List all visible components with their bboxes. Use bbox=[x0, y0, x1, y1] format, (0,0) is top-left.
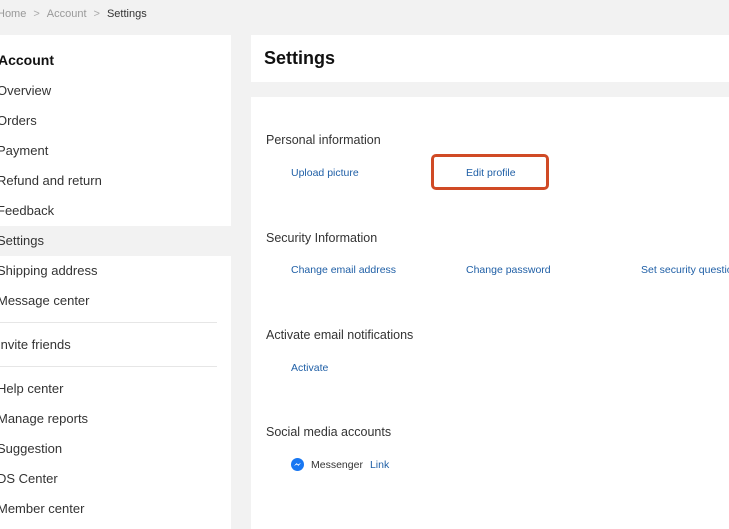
sidebar-item-invite-friends[interactable]: Invite friends bbox=[0, 330, 231, 360]
sidebar-item-message-center[interactable]: Message center bbox=[0, 286, 231, 316]
breadcrumb-current: Settings bbox=[106, 8, 147, 20]
upload-picture-link[interactable]: Upload picture bbox=[291, 167, 359, 179]
set-security-question-link[interactable]: Set security question bbox=[641, 264, 729, 276]
sidebar-item-payment[interactable]: Payment bbox=[0, 136, 231, 166]
personal-info-title: Personal information bbox=[266, 133, 381, 147]
sidebar-item-settings[interactable]: Settings bbox=[0, 226, 231, 256]
messenger-row: Messenger Link bbox=[291, 458, 389, 471]
social-media-title: Social media accounts bbox=[266, 425, 392, 439]
sidebar-item-suggestion[interactable]: Suggestion bbox=[0, 434, 231, 464]
change-email-link[interactable]: Change email address bbox=[291, 264, 396, 276]
sidebar-item-ds-center[interactable]: DS Center bbox=[0, 464, 231, 494]
sidebar-item-shipping-address[interactable]: Shipping address bbox=[0, 256, 231, 286]
change-password-link[interactable]: Change password bbox=[466, 264, 551, 276]
sidebar-item-manage-reports[interactable]: Manage reports bbox=[0, 404, 231, 434]
sidebar-item-member-center[interactable]: Member center bbox=[0, 494, 231, 524]
messenger-label: Messenger bbox=[311, 458, 363, 471]
messenger-icon bbox=[291, 458, 304, 471]
edit-profile-link[interactable]: Edit profile bbox=[466, 167, 516, 179]
sidebar-item-feedback[interactable]: Feedback bbox=[0, 196, 231, 226]
breadcrumb-separator: > bbox=[33, 8, 40, 20]
breadcrumb: Home > Account > Settings bbox=[0, 8, 147, 20]
activate-link[interactable]: Activate bbox=[291, 362, 328, 374]
sidebar-item-refund-and-return[interactable]: Refund and return bbox=[0, 166, 231, 196]
sidebar-item-overview[interactable]: Overview bbox=[0, 76, 231, 106]
page-header: Settings bbox=[251, 35, 729, 82]
sidebar-title: Account bbox=[0, 52, 54, 68]
sidebar-item-help-center[interactable]: Help center bbox=[0, 374, 231, 404]
messenger-link[interactable]: Link bbox=[370, 459, 389, 471]
sidebar-divider bbox=[0, 366, 217, 367]
security-info-title: Security Information bbox=[266, 231, 378, 245]
sidebar: Account Overview Orders Payment Refund a… bbox=[0, 35, 231, 529]
breadcrumb-account[interactable]: Account bbox=[47, 8, 87, 20]
breadcrumb-home[interactable]: Home bbox=[0, 8, 26, 20]
breadcrumb-separator: > bbox=[93, 8, 100, 20]
settings-panel: Personal information Upload picture Edit… bbox=[251, 97, 729, 529]
sidebar-item-orders[interactable]: Orders bbox=[0, 106, 231, 136]
page-title: Settings bbox=[264, 48, 336, 68]
email-notifications-title: Activate email notifications bbox=[266, 328, 414, 342]
sidebar-divider bbox=[0, 322, 217, 323]
